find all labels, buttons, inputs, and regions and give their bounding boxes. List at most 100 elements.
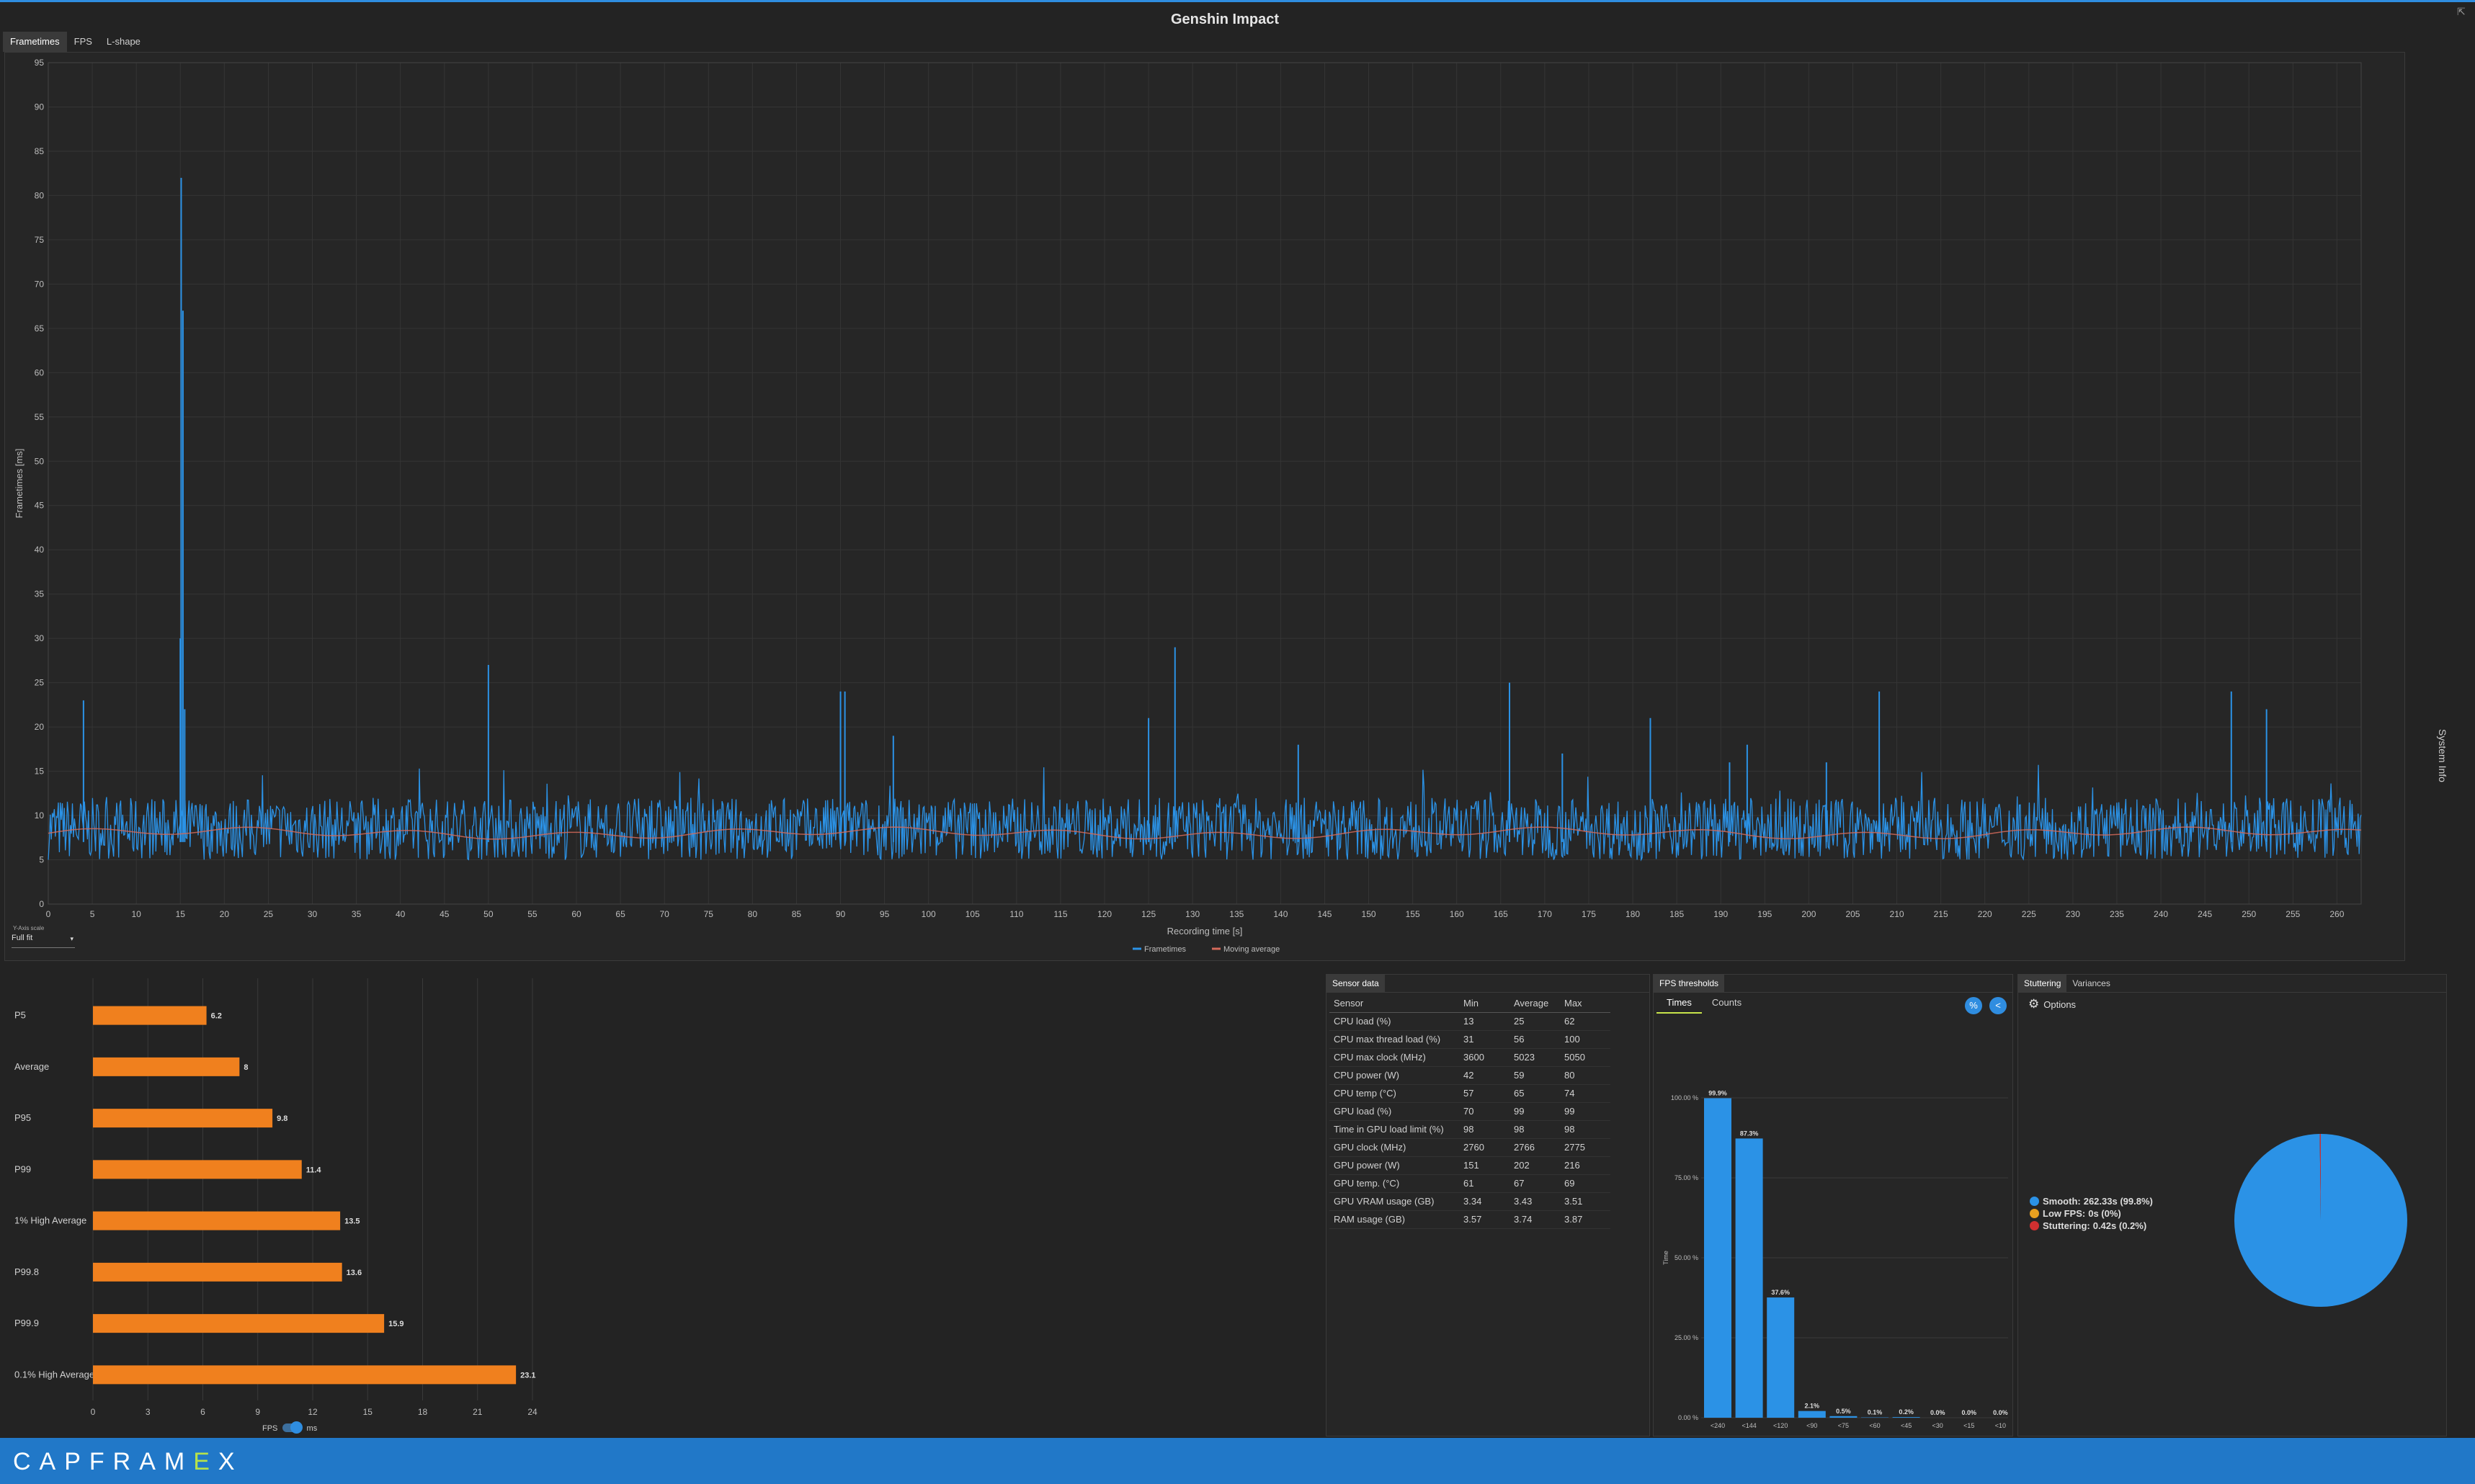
y-tick-label: 20	[35, 722, 45, 732]
tab-variances[interactable]: Variances	[2066, 975, 2115, 992]
unit-toggle-ms-label: ms	[306, 1424, 318, 1433]
table-row: GPU clock (MHz) 2760 2766 2775	[1329, 1138, 1610, 1157]
table-cell: GPU temp. (°C)	[1329, 1174, 1459, 1193]
table-row: GPU temp. (°C) 61 67 69	[1329, 1174, 1610, 1193]
x-axis-title: Recording time [s]	[1167, 926, 1243, 937]
legend-dot	[2030, 1197, 2039, 1206]
table-cell: 74	[1560, 1084, 1610, 1103]
y-axis-title: Frametimes [ms]	[14, 449, 24, 519]
y-axis-scale-select[interactable]: Full fit ▾	[12, 934, 75, 948]
table-cell: 56	[1509, 1030, 1560, 1049]
subtab-counts[interactable]: Counts	[1702, 993, 1752, 1014]
stat-bar	[93, 1365, 517, 1385]
table-cell: 61	[1459, 1174, 1509, 1193]
bar-value-label: 13.6	[347, 1269, 362, 1277]
x-tick-label: 165	[1494, 909, 1508, 919]
sensor-column-header[interactable]: Max	[1560, 994, 1610, 1013]
frametimes-grid	[48, 62, 2361, 905]
y-tick-label: 25.00 %	[1674, 1334, 1698, 1341]
tab-l-shape[interactable]: L-shape	[99, 32, 148, 52]
threshold-bar	[1767, 1297, 1795, 1418]
tab-frametimes[interactable]: Frametimes	[3, 32, 67, 52]
tab-sensor-data[interactable]: Sensor data	[1326, 975, 1385, 992]
x-tick-label: 20	[220, 909, 230, 919]
x-tick-label: 215	[1934, 909, 1948, 919]
unit-toggle-switch[interactable]	[282, 1421, 303, 1434]
plot-frame	[48, 62, 2362, 905]
sensor-column-header[interactable]: Sensor	[1329, 994, 1459, 1013]
fps-thresholds-chart[interactable]: 0.00 % 25.00 % 50.00 % 75.00 % 100.00 % Time 9…	[1654, 1019, 2011, 1436]
subtab-times[interactable]: Times	[1656, 993, 1702, 1014]
legend-label: Frametimes	[1144, 945, 1187, 954]
x-tick-label: 160	[1450, 909, 1464, 919]
table-cell: 69	[1560, 1174, 1610, 1193]
statistics-panel: 0 3 6 9 12 15 18 21 24 P5 6.2 Average 8 P95 9.8 P99 11.4…	[4, 970, 1323, 1435]
x-tick-label: <15	[1963, 1422, 1974, 1429]
table-row: CPU load (%) 13 25 62	[1329, 1012, 1610, 1031]
x-tick-label: 260	[2329, 909, 2344, 919]
x-tick-label: 70	[660, 909, 670, 919]
tab-stuttering[interactable]: Stuttering	[2018, 975, 2067, 992]
tab-fps[interactable]: FPS	[67, 32, 99, 52]
x-tick-label: 235	[2110, 909, 2124, 919]
y-tick-label: 85	[35, 146, 45, 156]
x-tick-label: 135	[1229, 909, 1244, 919]
options-button[interactable]: ⚙ Options	[2028, 997, 2076, 1011]
x-tick-label: 205	[1845, 909, 1860, 919]
x-tick-label: 35	[352, 909, 362, 919]
sensor-column-header[interactable]: Min	[1459, 994, 1509, 1013]
y-axis-title: Time	[1662, 1251, 1669, 1265]
chevron-down-icon: ▾	[70, 935, 73, 942]
stat-bar	[93, 1006, 207, 1025]
unit-toggle[interactable]: FPS ms	[262, 1421, 318, 1434]
x-tick-label: 10	[131, 909, 141, 919]
stat-bar	[93, 1211, 341, 1230]
table-cell: 70	[1459, 1102, 1509, 1121]
statistics-bar-chart[interactable]: 0 3 6 9 12 15 18 21 24 P5 6.2 Average 8 P95 9.8 P99 11.4…	[4, 970, 1323, 1435]
table-cell: 2760	[1459, 1138, 1509, 1157]
y-tick-label: 95	[35, 58, 45, 68]
legend-value: 0.42s (0.2%)	[2092, 1220, 2147, 1231]
threshold-bar	[1704, 1098, 1731, 1418]
bar-value-label: 0.1%	[1868, 1409, 1883, 1416]
x-tick-label: <120	[1773, 1422, 1788, 1429]
x-tick-label: <144	[1742, 1422, 1756, 1429]
restore-icon[interactable]: ⇱	[2457, 6, 2466, 18]
table-cell: 13	[1459, 1012, 1509, 1031]
table-row: RAM usage (GB) 3.57 3.74 3.87	[1329, 1210, 1610, 1229]
threshold-bar	[1798, 1411, 1826, 1418]
x-tick-label: 170	[1538, 909, 1552, 919]
table-cell: 59	[1509, 1066, 1560, 1085]
threshold-bar	[1829, 1416, 1858, 1418]
share-button[interactable]: <	[1989, 997, 2007, 1014]
x-tick-label: 55	[527, 909, 538, 919]
main-tabbar: Frametimes FPS L-shape	[3, 32, 148, 52]
legend-label: Stuttering:	[2043, 1220, 2090, 1231]
bar-value-label: 15.9	[388, 1320, 403, 1328]
system-info-side-tab[interactable]: System Info	[2437, 729, 2448, 782]
stuttering-legend: Smooth: 262.33s (99.8%) Low FPS: 0s (0%) Stu…	[2030, 1194, 2153, 1233]
table-cell: CPU max clock (MHz)	[1329, 1048, 1459, 1067]
y-tick-label: 5	[39, 855, 44, 865]
table-cell: GPU VRAM usage (GB)	[1329, 1192, 1459, 1211]
y-axis-scale-value: Full fit	[12, 934, 33, 942]
y-tick-label: 45	[35, 501, 45, 511]
frametimes-chart[interactable]: 0 5 10 15 20 25 30 35 40 45 50 55 60 65 70 75 80 85 90 95 0 5…	[5, 53, 2406, 962]
table-cell: Time in GPU load limit (%)	[1329, 1120, 1459, 1139]
table-cell: 62	[1560, 1012, 1610, 1031]
x-tick-label: <30	[1932, 1422, 1943, 1429]
table-cell: 100	[1560, 1030, 1610, 1049]
table-cell: 3.87	[1560, 1210, 1610, 1229]
bar-value-label: 0.0%	[1962, 1409, 1977, 1416]
threshold-bar	[1735, 1138, 1763, 1418]
stat-bar	[93, 1314, 385, 1333]
options-label: Options	[2043, 999, 2077, 1010]
sensor-column-header[interactable]: Average	[1509, 994, 1560, 1013]
percent-toggle-button[interactable]: %	[1965, 997, 1982, 1014]
tab-fps-thresholds[interactable]: FPS thresholds	[1654, 975, 1725, 992]
table-cell: 151	[1459, 1156, 1509, 1175]
x-tick-label: 150	[1362, 909, 1376, 919]
table-row: CPU temp (°C) 57 65 74	[1329, 1084, 1610, 1103]
category-label: P99	[14, 1163, 31, 1174]
stat-bar	[93, 1109, 273, 1128]
